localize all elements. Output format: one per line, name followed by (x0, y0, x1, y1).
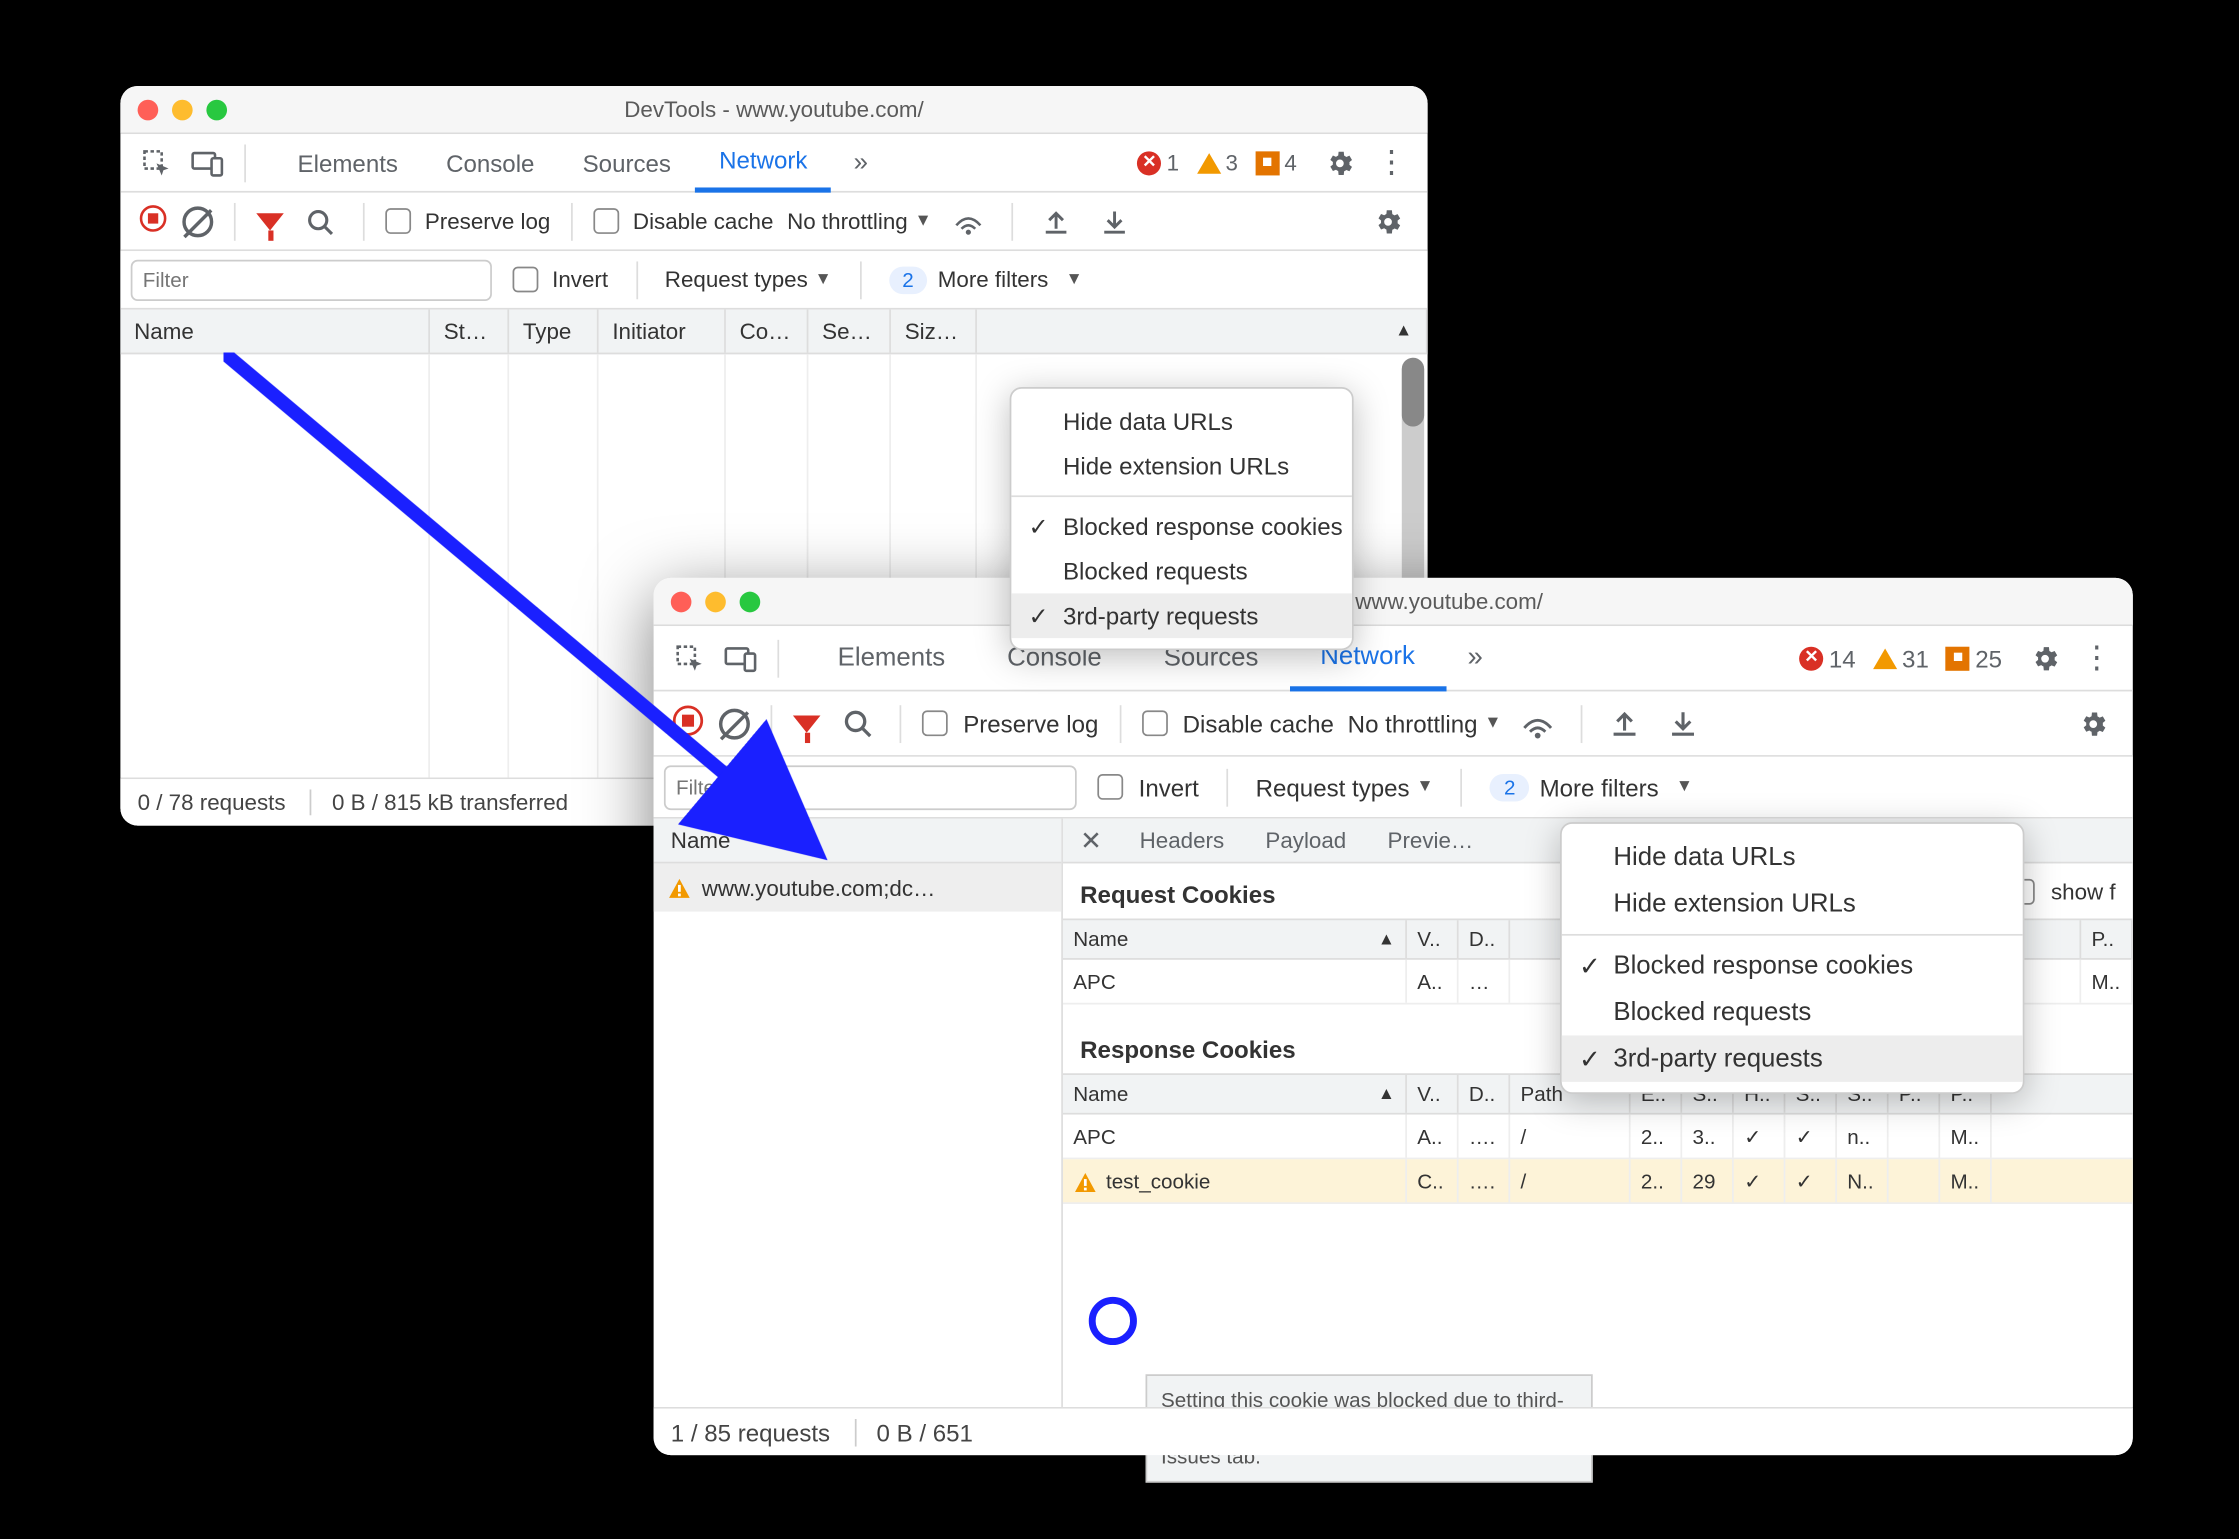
more-tabs-icon[interactable]: » (1453, 636, 1498, 681)
request-list: Name www.youtube.com;dc… (654, 819, 1063, 1407)
col-size[interactable]: Siz… (891, 310, 977, 353)
detail-tab-headers[interactable]: Headers (1119, 827, 1245, 853)
cookie-row[interactable]: APC A.. …. / 2.. 3.. ✓ ✓ n.. M.. (1063, 1115, 2133, 1160)
window-title: DevTools - www.youtube.com/ (760, 588, 2026, 614)
col-se[interactable]: Se… (808, 310, 891, 353)
col-name[interactable]: Name▲ (1063, 920, 1407, 958)
col-co[interactable]: Co… (726, 310, 809, 353)
circle-annotation (1089, 1297, 1137, 1345)
col-name[interactable]: Name (120, 310, 430, 353)
panel-tabs: Elements Console Sources Network » ✕1 3 … (120, 134, 1427, 192)
warning-icon (1073, 1170, 1097, 1191)
zoom-icon[interactable] (206, 99, 227, 120)
disable-cache-checkbox[interactable]: Disable cache (1141, 710, 1334, 738)
inspect-icon[interactable] (134, 140, 179, 185)
panel-tabs: Elements Console Sources Network » ✕14 3… (654, 626, 2133, 691)
preserve-log-checkbox[interactable]: Preserve log (385, 208, 550, 234)
warnings-count[interactable]: 3 (1196, 150, 1238, 176)
info-count[interactable]: ■4 (1255, 150, 1297, 176)
minimize-icon[interactable] (172, 99, 193, 120)
menu-blocked-requests[interactable]: Blocked requests (1562, 989, 2023, 1035)
upload-har-icon[interactable] (1033, 199, 1078, 244)
arrow-annotation (224, 353, 860, 886)
settings-icon[interactable] (1318, 140, 1363, 185)
invert-checkbox[interactable]: Invert (1097, 773, 1199, 801)
menu-hide-data-urls[interactable]: Hide data URLs (1562, 834, 2023, 880)
status-bar: 1 / 85 requests 0 B / 651 (654, 1407, 2133, 1455)
menu-blocked-requests[interactable]: Blocked requests (1011, 549, 1352, 594)
sort-icon[interactable]: ▲ (1395, 322, 1412, 341)
menu-hide-data-urls[interactable]: Hide data URLs (1011, 399, 1352, 444)
clear-button[interactable] (182, 206, 213, 237)
table-header: Name St… Type Initiator Co… Se… Siz… ▲ (120, 310, 1427, 355)
detail-tab-payload[interactable]: Payload (1245, 827, 1367, 853)
col-name[interactable]: Name▲ (1063, 1075, 1407, 1113)
kebab-menu-icon[interactable]: ⋮ (2074, 636, 2119, 681)
menu-3rd-party-requests[interactable]: 3rd-party requests (1562, 1035, 2023, 1081)
upload-har-icon[interactable] (1603, 701, 1648, 746)
more-filters-dropdown[interactable]: 2More filters▼ (888, 266, 1082, 294)
network-conditions-icon[interactable] (945, 199, 990, 244)
filter-input[interactable] (131, 259, 492, 300)
kebab-menu-icon[interactable]: ⋮ (1369, 140, 1414, 185)
titlebar: DevTools - www.youtube.com/ (120, 86, 1427, 134)
network-controls: Preserve log Disable cache No throttling… (654, 691, 2133, 756)
info-count[interactable]: ■25 (1946, 644, 2002, 672)
close-icon[interactable] (138, 99, 159, 120)
more-filters-menu: Hide data URLs Hide extension URLs Block… (1010, 387, 1354, 650)
tab-elements[interactable]: Elements (273, 133, 422, 191)
menu-hide-extension-urls[interactable]: Hide extension URLs (1011, 444, 1352, 489)
search-icon[interactable] (298, 199, 343, 244)
window-title: DevTools - www.youtube.com/ (227, 96, 1321, 122)
menu-hide-extension-urls[interactable]: Hide extension URLs (1562, 881, 2023, 927)
network-conditions-icon[interactable] (1515, 701, 1560, 746)
network-settings-icon[interactable] (1366, 199, 1411, 244)
errors-count[interactable]: ✕1 (1137, 150, 1179, 176)
col-status[interactable]: St… (430, 310, 509, 353)
request-cookies-title: Request Cookies (1063, 863, 1293, 918)
cookie-row-blocked[interactable]: test_cookie C.. …. / 2.. 29 ✓ ✓ N.. M.. (1063, 1159, 2133, 1204)
network-settings-icon[interactable] (2071, 701, 2116, 746)
download-har-icon[interactable] (1661, 701, 1706, 746)
titlebar: DevTools - www.youtube.com/ (654, 578, 2133, 626)
show-filtered-checkbox[interactable]: show f (2010, 878, 2116, 904)
download-har-icon[interactable] (1092, 199, 1137, 244)
throttling-select[interactable]: No throttling▼ (787, 208, 931, 234)
more-filters-dropdown[interactable]: 2More filters▼ (1490, 773, 1693, 801)
col-type[interactable]: Type (509, 310, 598, 353)
request-types-dropdown[interactable]: Request types▼ (665, 267, 832, 293)
detail-tab-preview[interactable]: Previe… (1367, 827, 1494, 853)
devtools-window-2: DevTools - www.youtube.com/ Elements Con… (654, 578, 2133, 1455)
tab-sources[interactable]: Sources (559, 133, 695, 191)
tab-network[interactable]: Network (695, 133, 831, 191)
more-filters-menu: Hide data URLs Hide extension URLs Block… (1560, 822, 2024, 1094)
invert-checkbox[interactable]: Invert (513, 267, 608, 293)
request-types-dropdown[interactable]: Request types▼ (1256, 773, 1434, 801)
close-detail-icon[interactable]: ✕ (1063, 825, 1119, 856)
filter-row: Invert Request types▼ 2More filters▼ (120, 251, 1427, 309)
menu-blocked-response-cookies[interactable]: Blocked response cookies (1562, 943, 2023, 989)
errors-count[interactable]: ✕14 (1800, 644, 1856, 672)
throttling-select[interactable]: No throttling▼ (1348, 710, 1502, 738)
menu-3rd-party-requests[interactable]: 3rd-party requests (1011, 593, 1352, 638)
record-button[interactable] (138, 203, 169, 239)
network-controls: Preserve log Disable cache No throttling… (120, 193, 1427, 251)
settings-icon[interactable] (2023, 636, 2068, 681)
disable-cache-checkbox[interactable]: Disable cache (593, 208, 773, 234)
tab-console[interactable]: Console (422, 133, 559, 191)
menu-blocked-response-cookies[interactable]: Blocked response cookies (1011, 504, 1352, 549)
device-toggle-icon[interactable] (186, 140, 231, 185)
requests-count: 1 / 85 requests (671, 1418, 830, 1446)
warnings-count[interactable]: 31 (1873, 644, 1929, 672)
more-tabs-icon[interactable]: » (838, 140, 883, 185)
transfer-size: 0 B / 651 (854, 1418, 973, 1446)
col-initiator[interactable]: Initiator (599, 310, 726, 353)
filter-row: Invert Request types▼ 2More filters▼ (654, 757, 2133, 819)
filter-toggle-icon[interactable] (256, 212, 284, 229)
preserve-log-checkbox[interactable]: Preserve log (922, 710, 1098, 738)
